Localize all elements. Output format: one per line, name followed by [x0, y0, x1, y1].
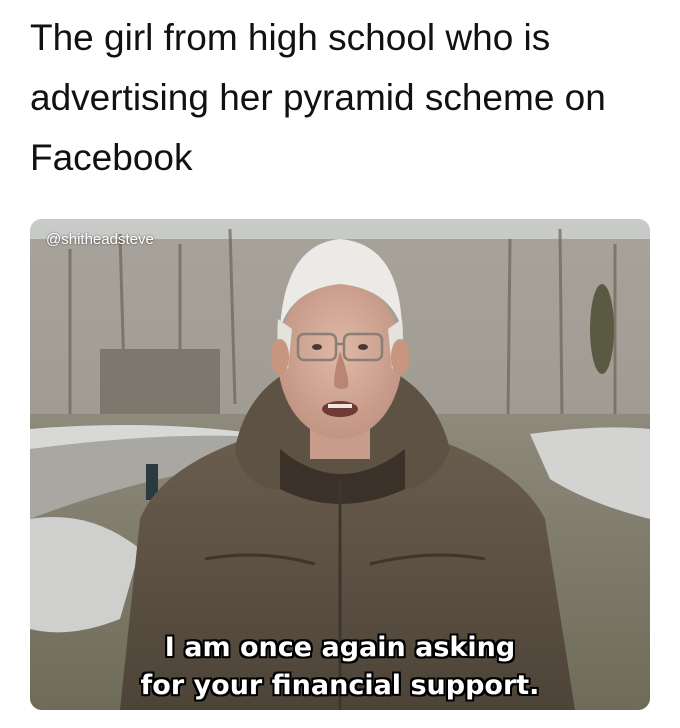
eye-right: [358, 344, 368, 350]
subtitle-line-2: for your financial support.: [140, 670, 540, 701]
evergreen-tree: [590, 284, 614, 374]
meme-photo: @shitheadsteve I am once again asking fo…: [30, 219, 650, 710]
caption-line-3: Facebook: [30, 137, 193, 178]
subtitle-line-1: I am once again asking: [164, 632, 516, 663]
meme-caption: The girl from high school who is adverti…: [30, 8, 660, 188]
caption-line-1: The girl from high school who is: [30, 17, 551, 58]
teeth: [328, 404, 352, 408]
ear-left: [271, 339, 289, 375]
caption-line-2: advertising her pyramid scheme on: [30, 77, 606, 118]
ear-right: [391, 339, 409, 375]
house: [100, 349, 220, 414]
watermark-handle: @shitheadsteve: [46, 231, 154, 248]
eye-left: [312, 344, 322, 350]
mouth: [322, 401, 358, 417]
